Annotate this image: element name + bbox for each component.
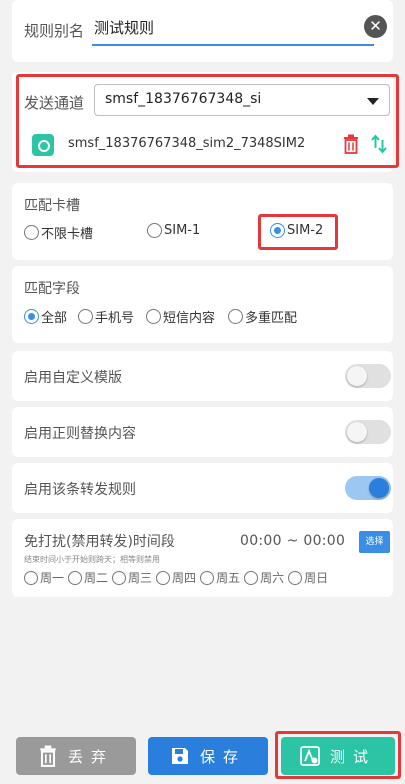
weekday-sun[interactable]: 周日 [288,569,328,586]
rule-name-label: 规则别名 [24,22,85,40]
regex-replace-toggle[interactable] [345,420,391,444]
dnd-time-range: 00:00 ~ 00:00 [240,533,346,549]
weekday-mon[interactable]: 周一 [24,569,64,586]
checkbox-icon [200,570,215,585]
weekday-wed[interactable]: 周三 [112,569,152,586]
regex-replace-label: 启用正则替换内容 [24,426,136,442]
weekday-tue[interactable]: 周二 [68,569,108,586]
match-field-option-content[interactable]: 短信内容 [146,307,215,326]
enable-rule-label: 启用该条转发规则 [24,482,136,498]
radio-icon [78,309,93,324]
test-highlight [275,731,401,779]
checkbox-icon [24,570,38,585]
dnd-card: 免打扰(禁用转发)时间段 结束时间小于开始则跨天；相等则禁用 00:00 ~ 0… [12,519,393,597]
regex-replace-card: 启用正则替换内容 [12,407,393,457]
sim-slot-option-any[interactable]: 不限卡槽 [24,223,93,242]
custom-template-label: 启用自定义模版 [24,370,122,386]
sim-slot-label: 匹配卡槽 [24,198,80,214]
custom-template-card: 启用自定义模版 [12,351,393,401]
rule-name-card: 规则别名 测试规则 ✕ [12,0,393,62]
sim-slot-option-sim1[interactable]: SIM-1 [147,223,200,238]
checkbox-icon [68,570,83,585]
enable-rule-toggle[interactable] [345,476,391,500]
weekday-sat[interactable]: 周六 [244,569,284,586]
radio-icon [228,309,243,324]
rule-name-input[interactable]: 测试规则 [92,12,374,46]
dnd-title: 免打扰(禁用转发)时间段 [24,534,175,550]
save-button[interactable]: 保存 [148,737,268,775]
enable-rule-card: 启用该条转发规则 [12,463,393,513]
checkbox-icon [112,570,127,585]
checkbox-icon [288,570,303,585]
match-field-option-all[interactable]: 全部 [24,307,67,326]
custom-template-toggle[interactable] [345,364,391,388]
weekday-thu[interactable]: 周四 [156,569,196,586]
save-icon [171,748,188,764]
sim2-highlight [258,214,338,250]
checkbox-icon [244,570,259,585]
weekday-selector: 周一 周二 周三 周四 周五 周六 周日 [24,569,332,586]
clear-icon[interactable]: ✕ [364,15,387,38]
channel-highlight [16,74,399,168]
radio-selected-icon [24,309,39,324]
dnd-choose-button[interactable]: 选择 [359,531,390,553]
match-field-card: 匹配字段 全部 手机号 短信内容 多重匹配 [12,266,393,343]
trash-icon [40,745,56,767]
checkbox-icon [156,570,171,585]
weekday-fri[interactable]: 周五 [200,569,240,586]
rule-name-value: 测试规则 [94,19,155,37]
match-field-option-multi[interactable]: 多重匹配 [228,307,297,326]
dnd-note: 结束时间小于开始则跨天；相等则禁用 [24,555,160,564]
radio-icon [146,309,161,324]
discard-button[interactable]: 丢弃 [16,737,136,775]
match-field-option-phone[interactable]: 手机号 [78,307,134,326]
radio-icon [147,223,162,238]
radio-icon [24,225,39,240]
match-field-label: 匹配字段 [24,281,80,297]
